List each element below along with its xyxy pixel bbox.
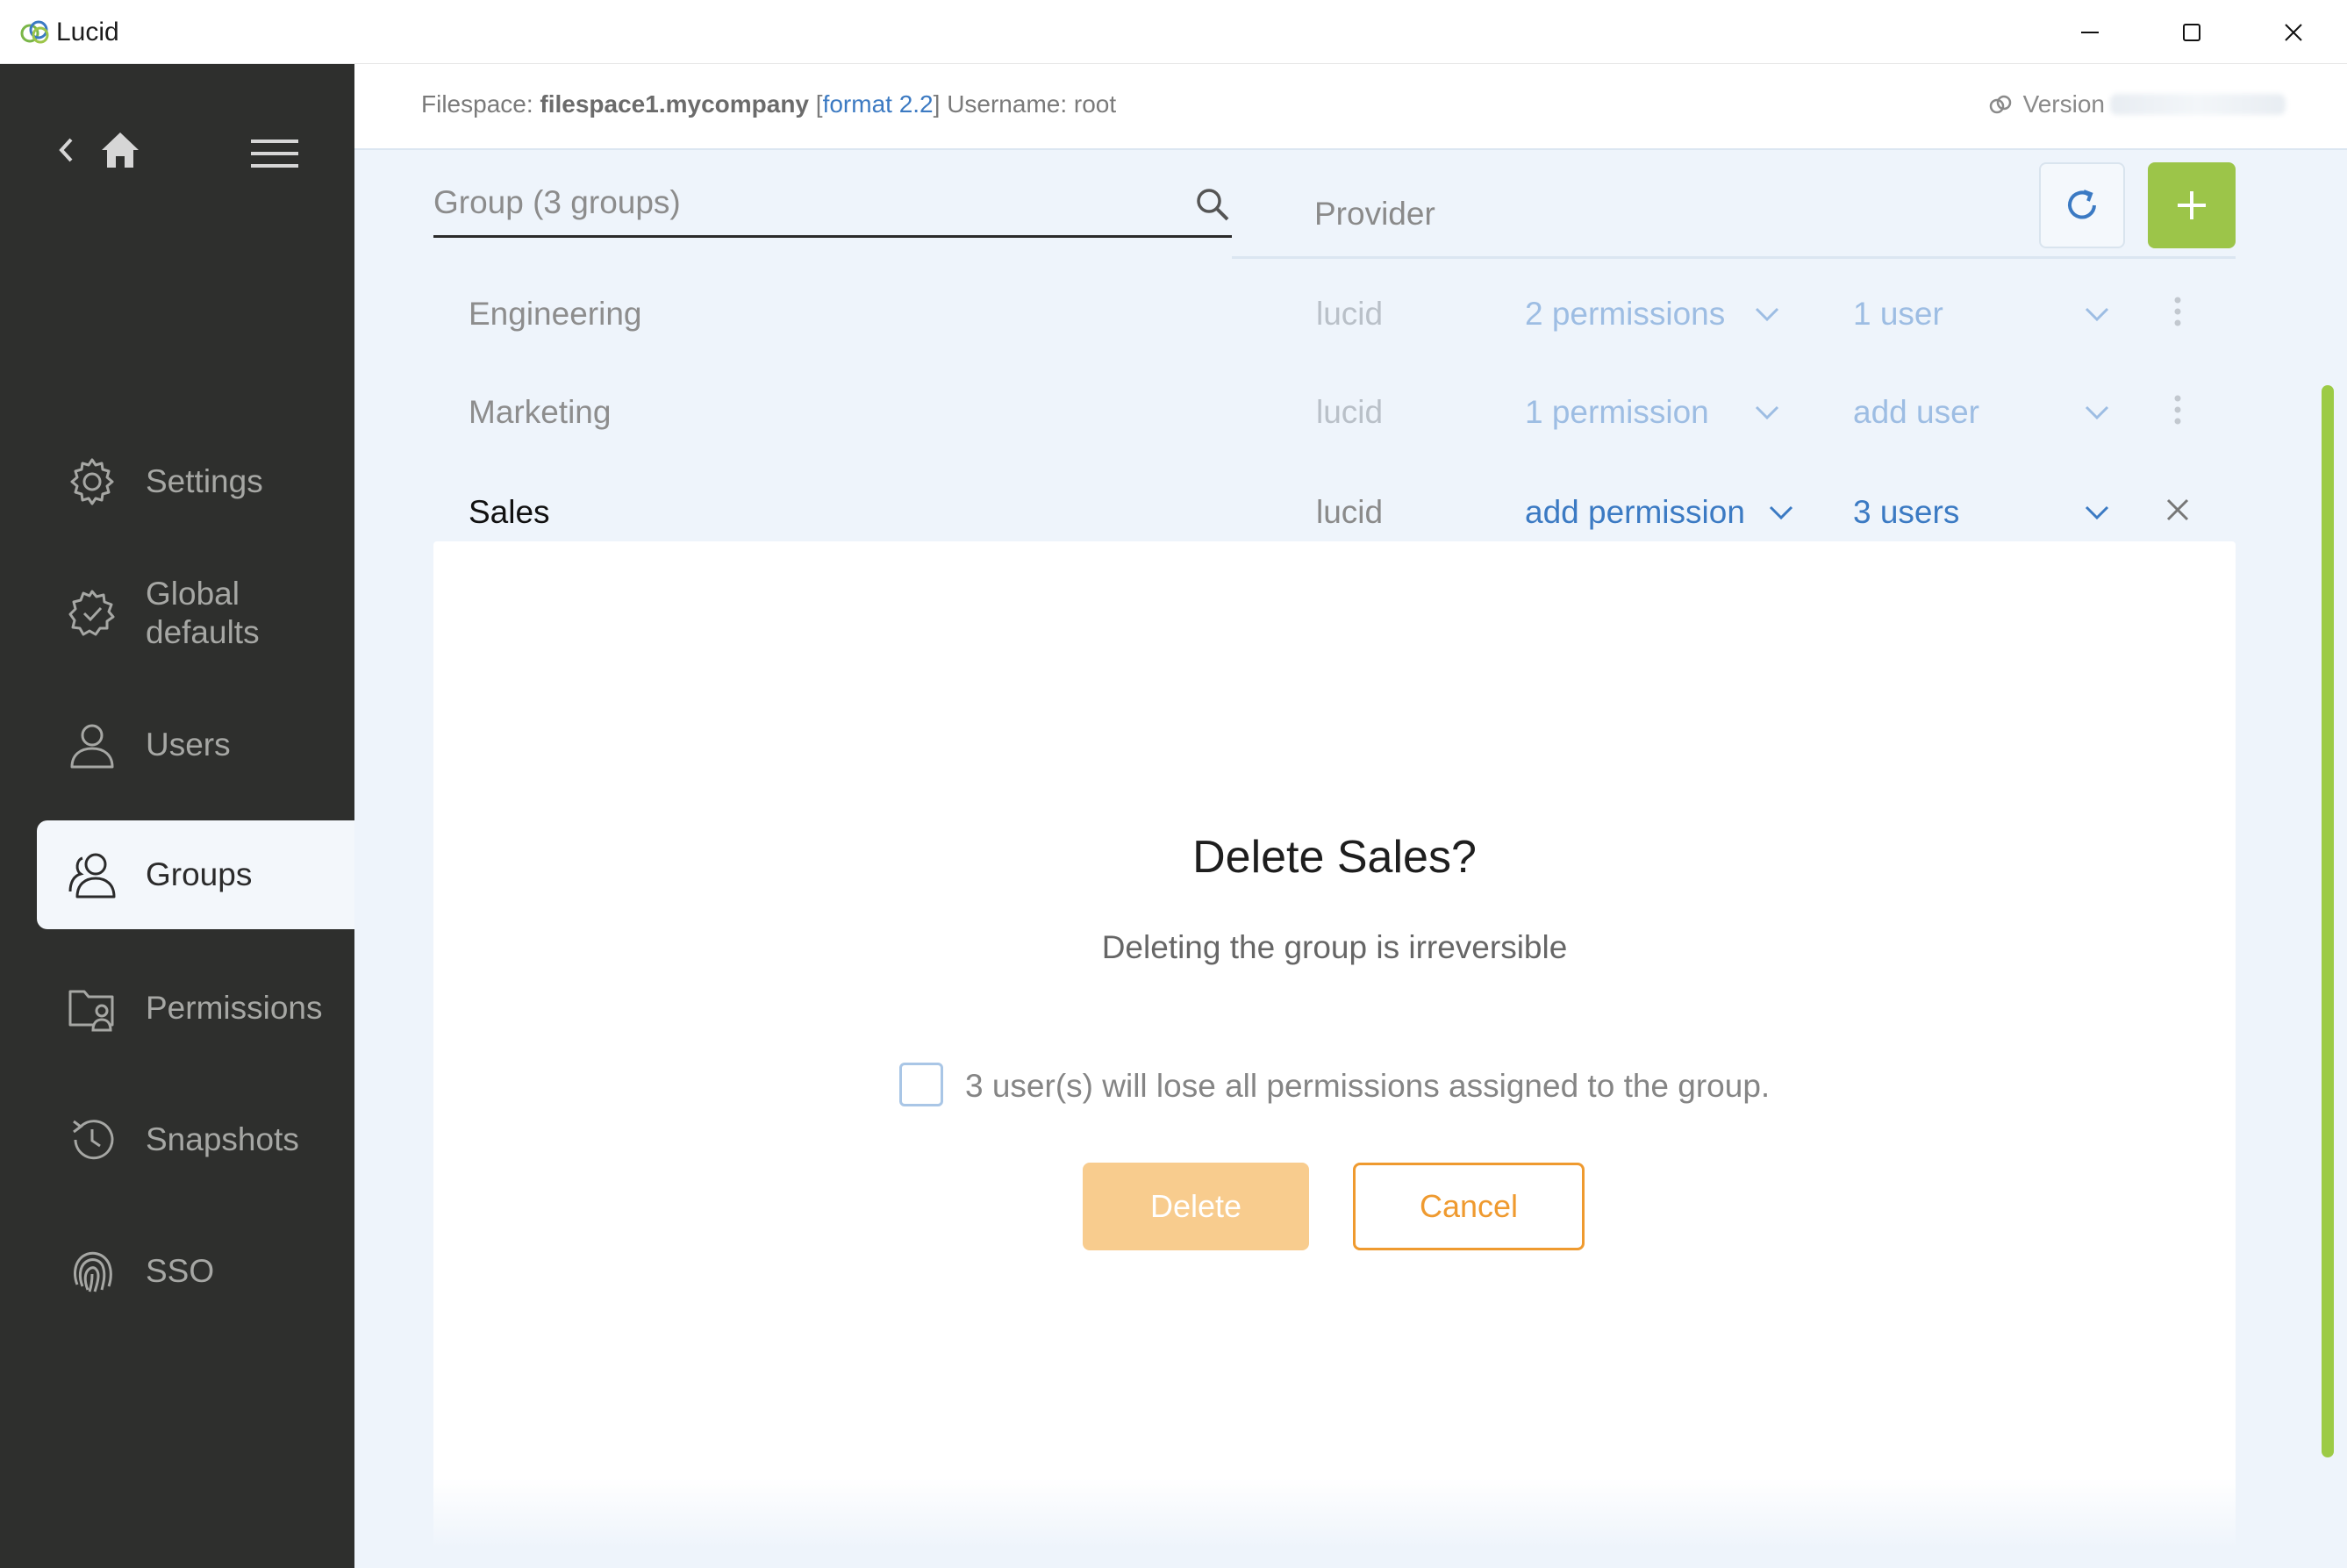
filespace-name: filespace1.mycompany: [540, 90, 809, 118]
sidebar-item-permissions[interactable]: Permissions: [37, 954, 354, 1063]
version-label: Version: [2022, 90, 2105, 118]
header-divider: [1232, 256, 2236, 259]
delete-group-dialog: Delete Sales? Deleting the group is irre…: [433, 541, 2236, 1549]
chevron-down-icon[interactable]: [1767, 503, 1795, 522]
dialog-subtitle: Deleting the group is irreversible: [1101, 929, 1568, 965]
sidebar-item-groups[interactable]: Groups: [37, 820, 354, 929]
sidebar-item-users[interactable]: Users: [37, 691, 354, 799]
maximize-icon: [2183, 23, 2200, 41]
version-number-redacted: [2110, 94, 2286, 115]
users-dropdown[interactable]: 1 user: [1853, 296, 1943, 333]
filespace-bar: Filespace: filespace1.mycompany [format …: [354, 64, 2347, 150]
chevron-down-icon[interactable]: [1753, 304, 1781, 324]
dialog-bottom-fade: [433, 1479, 2236, 1549]
close-row-button[interactable]: [2158, 490, 2197, 529]
history-icon: [73, 1120, 114, 1160]
sidebar: Settings Global defaults Users Groups Pe…: [0, 64, 354, 1568]
filespace-info: Filespace: filespace1.mycompany [format …: [421, 90, 1116, 118]
group-name: Engineering: [469, 296, 642, 332]
gear-icon: [70, 458, 114, 505]
refresh-icon: [2068, 190, 2096, 219]
username: Username: root: [947, 90, 1117, 118]
window-titlebar: Lucid: [0, 0, 2347, 64]
window-title: Lucid: [56, 18, 119, 47]
sidebar-item-snapshots[interactable]: Snapshots: [37, 1085, 354, 1194]
table-row[interactable]: Engineering lucid 2 permissions 1 user: [433, 266, 2236, 364]
group-provider: lucid: [1316, 296, 1384, 332]
search-icon[interactable]: [1193, 185, 1232, 224]
close-icon: [2166, 498, 2189, 521]
close-icon: [2285, 23, 2302, 41]
main-content: Filespace: filespace1.mycompany [format …: [354, 64, 2347, 1568]
lucid-mono-icon: [1989, 95, 2011, 114]
home-icon[interactable]: [98, 129, 142, 171]
more-vertical-icon: [2174, 297, 2181, 326]
confirm-checkbox-label[interactable]: 3 user(s) will lose all permissions assi…: [965, 1068, 1770, 1105]
chevron-down-icon[interactable]: [2083, 503, 2111, 522]
sidebar-item-label: Groups: [146, 856, 253, 892]
maximize-button[interactable]: [2141, 0, 2243, 64]
sidebar-item-sso[interactable]: SSO: [37, 1217, 354, 1326]
chevron-down-icon[interactable]: [1753, 403, 1781, 422]
cancel-button[interactable]: Cancel: [1353, 1163, 1585, 1250]
group-name: Sales: [469, 494, 550, 530]
sidebar-item-label: Snapshots: [146, 1121, 299, 1157]
vertical-scrollbar[interactable]: [2322, 385, 2334, 1457]
more-vertical-icon: [2174, 395, 2181, 425]
refresh-button[interactable]: [2039, 162, 2125, 248]
sidebar-item-label: SSO: [146, 1253, 215, 1289]
format-bracket-open: [: [815, 90, 823, 118]
plus-icon: [2178, 191, 2206, 219]
chevron-down-icon[interactable]: [2083, 304, 2111, 324]
sidebar-item-label: Users: [146, 727, 231, 763]
format-link[interactable]: format 2.2: [823, 90, 934, 118]
users-icon: [68, 853, 116, 899]
row-more-button[interactable]: [2158, 292, 2197, 331]
permissions-dropdown[interactable]: 1 permission: [1525, 394, 1709, 431]
lucid-logo-icon: [20, 20, 49, 44]
sidebar-item-settings[interactable]: Settings: [37, 427, 354, 536]
filespace-label: Filespace:: [421, 90, 533, 118]
user-icon: [70, 724, 114, 769]
permissions-dropdown[interactable]: 2 permissions: [1525, 296, 1725, 333]
folder-user-icon: [68, 990, 114, 1032]
group-search: [433, 173, 1232, 238]
add-group-button[interactable]: [2148, 162, 2236, 248]
chevron-down-icon[interactable]: [2083, 403, 2111, 422]
badge-check-icon: [68, 590, 115, 636]
format-bracket-close: ]: [933, 90, 941, 118]
group-provider: lucid: [1316, 394, 1384, 430]
provider-column-header: Provider: [1314, 196, 1435, 232]
confirm-checkbox[interactable]: [899, 1063, 943, 1106]
sidebar-item-global-defaults[interactable]: Global defaults: [37, 559, 354, 668]
minimize-button[interactable]: [2039, 0, 2141, 64]
group-search-input[interactable]: [433, 176, 1153, 229]
sidebar-item-label: Settings: [146, 463, 263, 499]
delete-button[interactable]: Delete: [1083, 1163, 1309, 1250]
sidebar-item-label: Global defaults: [146, 576, 260, 650]
close-window-button[interactable]: [2243, 0, 2344, 64]
group-name: Marketing: [469, 394, 612, 430]
row-more-button[interactable]: [2158, 390, 2197, 429]
dialog-title: Delete Sales?: [1192, 832, 1477, 883]
table-row[interactable]: Marketing lucid 1 permission add user: [433, 364, 2236, 462]
minimize-icon: [2081, 31, 2099, 33]
hamburger-menu-icon[interactable]: [251, 136, 298, 171]
users-dropdown[interactable]: 3 users: [1853, 494, 1959, 531]
back-chevron-icon[interactable]: [56, 134, 75, 166]
permissions-dropdown[interactable]: add permission: [1525, 494, 1745, 531]
group-provider: lucid: [1316, 494, 1384, 530]
fingerprint-icon: [74, 1251, 112, 1292]
sidebar-item-label: Permissions: [146, 990, 323, 1026]
users-dropdown[interactable]: add user: [1853, 394, 1979, 431]
version-info: Version: [1986, 90, 2286, 118]
